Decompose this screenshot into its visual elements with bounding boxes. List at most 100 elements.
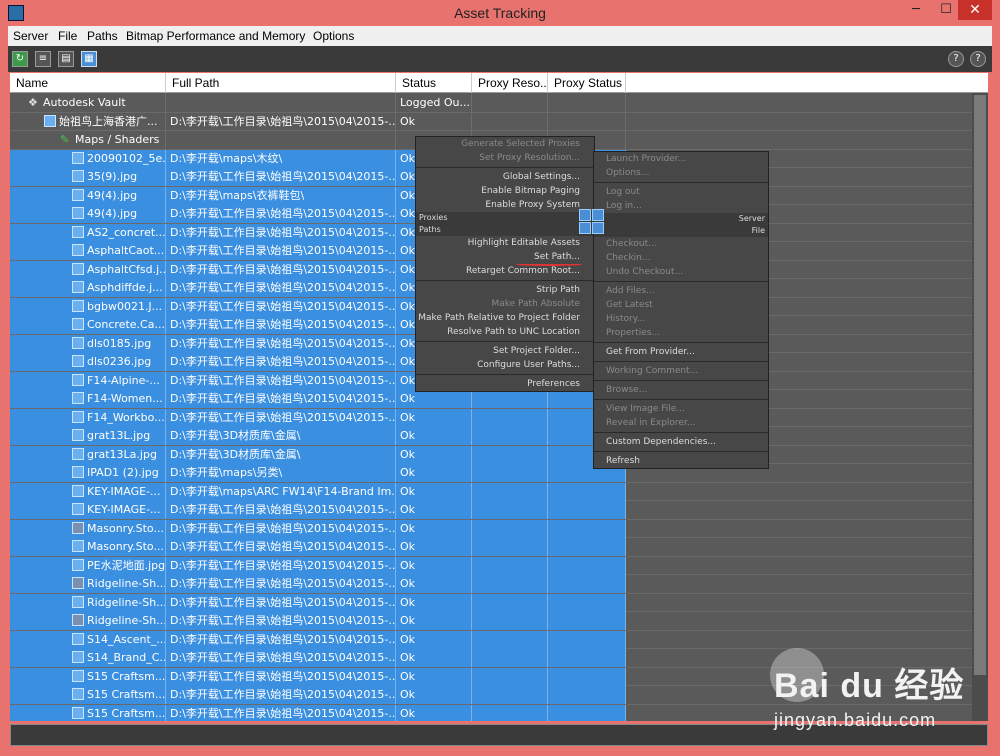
details-view-icon[interactable]: ▤	[58, 51, 74, 67]
menu-item[interactable]: Set Proxy Resolution...	[416, 151, 594, 165]
quad-menu-center-icon[interactable]	[592, 209, 604, 221]
menu-item[interactable]: History...	[594, 312, 768, 326]
table-row[interactable]: F14-Women... D:\李开载\工作目录\始祖鸟\2015\04\2015…	[10, 390, 988, 409]
menu-item[interactable]: Get Latest	[594, 298, 768, 312]
column-proxy-resolution[interactable]: Proxy Reso...	[472, 73, 548, 93]
menu-file[interactable]: File	[58, 29, 77, 43]
row-status: Ok	[396, 501, 472, 519]
close-button[interactable]: ✕	[958, 0, 992, 20]
table-row[interactable]: KEY-IMAGE-... D:\李开载\maps\ARC FW14\F14-Br…	[10, 482, 988, 501]
menu-item[interactable]: Enable Proxy System	[416, 198, 594, 212]
menu-item[interactable]: Make Path Absolute	[416, 297, 594, 311]
column-name[interactable]: Name	[10, 73, 166, 93]
row-name-label: Ridgeline-Sh...	[87, 614, 166, 627]
column-status[interactable]: Status	[396, 73, 472, 93]
row-proxy-status	[548, 482, 626, 501]
table-row[interactable]: PE水泥地面.jpg D:\李开载\工作目录\始祖鸟\2015\04\2015-.…	[10, 556, 988, 575]
menu-item[interactable]: Options...	[594, 166, 768, 180]
row-proxy-resolution	[472, 94, 548, 112]
row-name: PE水泥地面.jpg	[10, 556, 166, 575]
quad-menu-center-icon[interactable]	[592, 222, 604, 234]
menu-options[interactable]: Options	[313, 29, 354, 43]
menu-item[interactable]: Reveal in Explorer...	[594, 416, 768, 430]
menu-item[interactable]: Custom Dependencies...	[594, 435, 768, 449]
menu-item[interactable]: Set Project Folder...	[416, 344, 594, 358]
menu-item[interactable]: Make Path Relative to Project Folder	[416, 311, 594, 325]
menu-item[interactable]: Preferences	[416, 377, 594, 391]
row-name: F14-Women...	[10, 390, 166, 408]
row-name-label: Autodesk Vault	[43, 96, 126, 109]
table-row[interactable]: grat13L.jpg D:\李开载\3D材质库\金属\ Ok	[10, 427, 988, 446]
menu-item[interactable]: Browse...	[594, 383, 768, 397]
row-name: ✎ Maps / Shaders	[10, 131, 166, 149]
menu-item[interactable]: Set Path...	[416, 250, 594, 264]
table-row[interactable]: Ridgeline-Sh... D:\李开载\工作目录\始祖鸟\2015\04\2…	[10, 575, 988, 594]
column-proxy-status[interactable]: Proxy Status	[548, 73, 626, 93]
quad-menu-center-icon[interactable]	[579, 222, 591, 234]
context-help-icon[interactable]: ?	[970, 51, 986, 67]
table-row[interactable]: Ridgeline-Sh... D:\李开载\工作目录\始祖鸟\2015\04\2…	[10, 593, 988, 612]
menu-item[interactable]: Properties...	[594, 326, 768, 340]
menu-separator	[594, 432, 768, 433]
table-row[interactable]: IPAD1 (2).jpg D:\李开载\maps\另类\ Ok	[10, 464, 988, 483]
bitmap-icon	[72, 410, 84, 423]
menu-item[interactable]: View Image File...	[594, 402, 768, 416]
menu-item[interactable]: Undo Checkout...	[594, 265, 768, 279]
menu-item[interactable]: Get From Provider...	[594, 345, 768, 359]
bitmap-icon	[72, 151, 84, 164]
menu-item[interactable]: Retarget Common Root...	[416, 264, 594, 278]
table-row[interactable]: S14_Ascent_... D:\李开载\工作目录\始祖鸟\2015\04\20…	[10, 630, 988, 649]
menu-paths[interactable]: Paths	[87, 29, 118, 43]
menu-item[interactable]: Highlight Editable Assets	[416, 236, 594, 250]
minimize-button[interactable]: ─	[902, 0, 930, 20]
column-full-path[interactable]: Full Path	[166, 73, 396, 93]
menu-item[interactable]: Global Settings...	[416, 170, 594, 184]
menu-separator	[594, 451, 768, 452]
menu-item[interactable]: Checkout...	[594, 237, 768, 251]
maximize-button[interactable]: ☐	[932, 0, 960, 20]
menu-item[interactable]: Log out	[594, 185, 768, 199]
menu-server[interactable]: Server	[13, 29, 48, 43]
row-status: Ok	[396, 390, 472, 408]
table-row[interactable]: F14_Workbo... D:\李开载\工作目录\始祖鸟\2015\04\201…	[10, 408, 988, 427]
vertical-scrollbar[interactable]	[972, 93, 988, 721]
scrollbar-thumb[interactable]	[974, 95, 986, 675]
help-icon[interactable]: ?	[948, 51, 964, 67]
menu-bitmap-performance[interactable]: Bitmap Performance and Memory	[126, 29, 305, 43]
table-row[interactable]: Masonry.Sto... D:\李开载\工作目录\始祖鸟\2015\04\20…	[10, 519, 988, 538]
file-label: File	[751, 226, 765, 235]
menu-item[interactable]: Enable Bitmap Paging	[416, 184, 594, 198]
row-name: S15 Craftsm...	[10, 667, 166, 686]
menu-item[interactable]: Add Files...	[594, 284, 768, 298]
menu-item[interactable]: Generate Selected Proxies	[416, 137, 594, 151]
row-status: Ok	[396, 445, 472, 464]
row-proxy-status	[548, 649, 626, 667]
menu-item[interactable]: Launch Provider...	[594, 152, 768, 166]
row-path: D:\李开载\工作目录\始祖鸟\2015\04\2015-...	[166, 556, 396, 575]
row-proxy-status	[548, 686, 626, 704]
quad-menu-center-icon[interactable]	[579, 209, 591, 221]
row-path: D:\李开载\3D材质库\金属\	[166, 445, 396, 464]
menu-item[interactable]: Resolve Path to UNC Location	[416, 325, 594, 339]
table-row[interactable]: KEY-IMAGE-... D:\李开载\工作目录\始祖鸟\2015\04\201…	[10, 501, 988, 520]
table-row[interactable]: Masonry.Sto... D:\李开载\工作目录\始祖鸟\2015\04\20…	[10, 538, 988, 557]
menu-item[interactable]: Checkin...	[594, 251, 768, 265]
menu-item[interactable]: Working Comment...	[594, 364, 768, 378]
refresh-icon[interactable]: ↻	[12, 51, 28, 67]
menu-item[interactable]: Log in...	[594, 199, 768, 213]
bitmap-icon	[72, 503, 84, 515]
menu-item[interactable]: Strip Path	[416, 283, 594, 297]
table-row[interactable]: Ridgeline-Sh... D:\李开载\工作目录\始祖鸟\2015\04\2…	[10, 612, 988, 631]
menu-item[interactable]: Refresh	[594, 454, 768, 468]
table-view-icon[interactable]: ▦	[81, 51, 97, 67]
table-row[interactable]: ❖ Autodesk Vault Logged Ou...	[10, 94, 988, 113]
table-row[interactable]: grat13La.jpg D:\李开载\3D材质库\金属\ Ok	[10, 445, 988, 464]
row-status: Ok	[396, 667, 472, 686]
bitmap-icon	[72, 355, 84, 367]
row-name: Ridgeline-Sh...	[10, 612, 166, 630]
menu-item[interactable]: Configure User Paths...	[416, 358, 594, 372]
list-view-icon[interactable]: ≡	[35, 51, 51, 67]
menu-separator	[416, 280, 594, 281]
table-row[interactable]: 始祖鸟上海香港广... D:\李开载\工作目录\始祖鸟\2015\04\2015-…	[10, 112, 988, 131]
row-status: Ok	[396, 556, 472, 575]
